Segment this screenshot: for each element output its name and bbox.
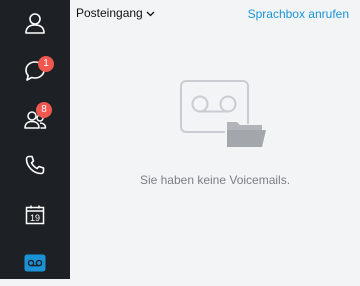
sidebar-item-profile[interactable] <box>0 0 70 46</box>
sidebar-item-calls[interactable] <box>0 142 70 188</box>
phone-icon <box>25 155 45 175</box>
call-voicemail-link[interactable]: Sprachbox anrufen <box>248 7 349 21</box>
main-content: Posteingang Sprachbox anrufen Sie haben … <box>70 0 360 279</box>
sidebar-item-chats[interactable]: 1 <box>0 48 70 94</box>
chevron-down-icon <box>146 6 155 20</box>
sidebar-item-voicemail[interactable] <box>0 240 70 286</box>
sidebar-item-calendar[interactable]: 19 <box>0 192 70 238</box>
sidebar-item-contacts[interactable]: 8 <box>0 96 70 142</box>
folder-label: Posteingang <box>76 6 143 20</box>
voicemail-icon <box>24 254 46 272</box>
voicemail-folder-icon <box>180 80 270 159</box>
calendar-day: 19 <box>30 213 40 223</box>
chat-badge: 1 <box>38 56 54 72</box>
contacts-badge: 8 <box>36 102 52 118</box>
person-icon <box>25 13 45 34</box>
folder-dropdown[interactable]: Posteingang <box>76 6 155 20</box>
toolbar: Posteingang Sprachbox anrufen <box>70 0 360 28</box>
calendar-icon: 19 <box>25 205 45 225</box>
sidebar: 1 8 19 <box>0 0 70 279</box>
empty-state-message: Sie haben keine Voicemails. <box>139 173 291 187</box>
